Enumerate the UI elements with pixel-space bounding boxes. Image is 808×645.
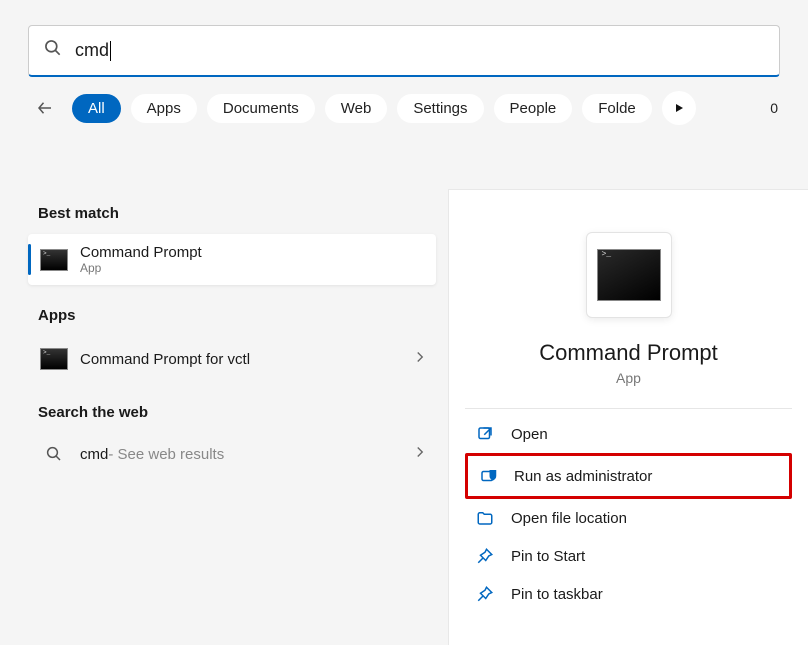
highlight-run-as-admin: Run as administrator bbox=[465, 453, 792, 499]
chevron-right-icon bbox=[416, 445, 424, 463]
tab-apps[interactable]: Apps bbox=[131, 94, 197, 123]
tab-more[interactable] bbox=[662, 91, 696, 125]
search-bar[interactable]: cmd bbox=[28, 25, 780, 77]
best-match-result[interactable]: Command Prompt App bbox=[28, 234, 436, 285]
app-large-icon-wrap bbox=[586, 232, 672, 318]
action-pin-to-taskbar[interactable]: Pin to taskbar bbox=[465, 575, 792, 613]
results-counter: 0 bbox=[770, 100, 780, 116]
start-search-window: cmd All Apps Documents Web Settings Peop… bbox=[0, 25, 808, 645]
action-pin-to-start[interactable]: Pin to Start bbox=[465, 537, 792, 575]
action-label: Open bbox=[511, 426, 548, 443]
details-subtitle: App bbox=[616, 370, 641, 386]
pin-icon bbox=[475, 585, 495, 603]
web-result-title: cmd bbox=[80, 446, 108, 463]
apps-result-vctl[interactable]: Command Prompt for vctl bbox=[28, 336, 436, 382]
tab-people[interactable]: People bbox=[494, 94, 573, 123]
main-content: Best match Command Prompt App Apps Comma… bbox=[0, 189, 808, 645]
web-header: Search the web bbox=[38, 404, 426, 421]
result-texts: Command Prompt App bbox=[80, 244, 202, 275]
action-open-file-location[interactable]: Open file location bbox=[465, 499, 792, 537]
details-title: Command Prompt bbox=[539, 340, 718, 366]
search-input-value: cmd bbox=[75, 40, 109, 60]
tab-web[interactable]: Web bbox=[325, 94, 388, 123]
search-input[interactable]: cmd bbox=[75, 40, 765, 61]
cmd-large-icon bbox=[597, 249, 661, 301]
result-title: Command Prompt for vctl bbox=[80, 351, 250, 368]
text-caret bbox=[110, 41, 111, 61]
filter-tabs: All Apps Documents Web Settings People F… bbox=[0, 77, 808, 139]
action-label: Open file location bbox=[511, 510, 627, 527]
open-external-icon bbox=[475, 425, 495, 443]
apps-header: Apps bbox=[38, 307, 426, 324]
action-label: Run as administrator bbox=[514, 468, 652, 485]
action-run-as-admin[interactable]: Run as administrator bbox=[468, 457, 789, 495]
results-column: Best match Command Prompt App Apps Comma… bbox=[0, 189, 448, 645]
pin-icon bbox=[475, 547, 495, 565]
action-label: Pin to taskbar bbox=[511, 586, 603, 603]
action-list: Open Run as administrator bbox=[465, 415, 792, 613]
tab-settings[interactable]: Settings bbox=[397, 94, 483, 123]
chevron-right-icon bbox=[416, 350, 424, 368]
tab-all[interactable]: All bbox=[72, 94, 121, 123]
details-pane: Command Prompt App Open bbox=[448, 189, 808, 645]
tab-documents[interactable]: Documents bbox=[207, 94, 315, 123]
web-result-cmd[interactable]: cmd - See web results bbox=[28, 433, 436, 475]
cmd-icon bbox=[40, 249, 68, 271]
back-button[interactable] bbox=[28, 91, 62, 125]
search-icon bbox=[43, 38, 63, 63]
folder-icon bbox=[475, 509, 495, 527]
web-result-hint: - See web results bbox=[108, 446, 224, 463]
best-match-header: Best match bbox=[38, 205, 426, 222]
search-icon bbox=[40, 445, 68, 463]
result-subtitle: App bbox=[80, 261, 202, 275]
divider bbox=[465, 408, 792, 409]
cmd-icon bbox=[40, 348, 68, 370]
action-label: Pin to Start bbox=[511, 548, 585, 565]
action-open[interactable]: Open bbox=[465, 415, 792, 453]
result-title: Command Prompt bbox=[80, 244, 202, 261]
shield-admin-icon bbox=[478, 467, 498, 485]
tab-folders[interactable]: Folde bbox=[582, 94, 652, 123]
